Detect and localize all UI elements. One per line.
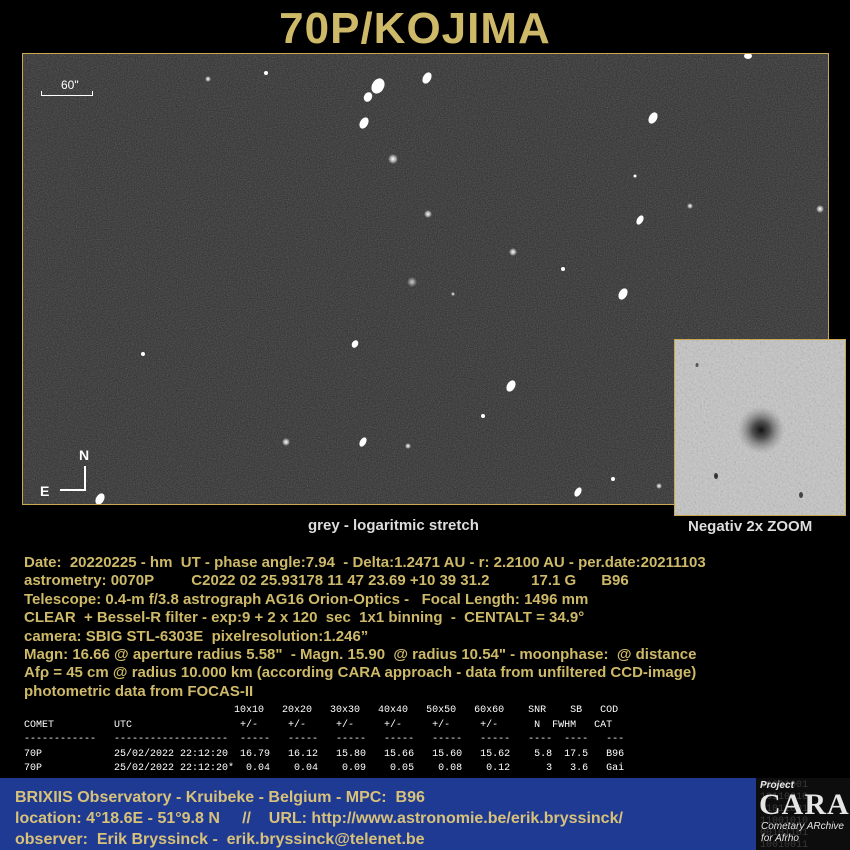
compass-north-arrow — [84, 466, 86, 490]
logo-name: CARA — [759, 788, 850, 821]
info-line-photometry-source: photometric data from FOCAS-II — [24, 682, 254, 700]
zoom-caption: Negativ 2x ZOOM — [688, 518, 813, 535]
info-line-astrometry: astrometry: 0070P C2022 02 25.93178 11 4… — [24, 572, 629, 590]
table-row: 70P 25/02/2022 22:12:20* 0.04 0.04 0.09 … — [24, 763, 625, 775]
footer-text: BRIXIIS Observatory - Kruibeke - Belgium… — [15, 787, 623, 850]
info-line-magnitude: Magn: 16.66 @ aperture radius 5.58" - Ma… — [24, 646, 697, 664]
location-url-line: location: 4°18.6E - 51°9.8 N // URL: htt… — [15, 810, 623, 827]
scale-label: 60" — [61, 78, 79, 92]
observation-details: Date: 20220225 - hm UT - phase angle:7.9… — [24, 554, 844, 701]
table-divider: ------------ ------------------- ----- -… — [24, 734, 625, 746]
info-line-camera: camera: SBIG STL-6303E pixelresolution:1… — [24, 627, 369, 645]
observatory-line: BRIXIIS Observatory - Kruibeke - Belgium… — [15, 789, 425, 806]
table-header-row: COMET UTC +/- +/- +/- +/- +/- +/- N FWHM… — [24, 719, 613, 731]
zoom-inset-image — [675, 340, 845, 515]
image-caption: grey - logaritmic stretch — [308, 517, 479, 534]
compass-north-label: N — [79, 447, 90, 463]
observer-line: observer: Erik Bryssinck - erik.bryssinc… — [15, 831, 425, 848]
page-title: 70P/KOJIMA — [279, 4, 551, 53]
footer: BRIXIIS Observatory - Kruibeke - Belgium… — [0, 778, 850, 850]
photometry-table: 10x10 20x20 30x30 40x40 50x50 60x60 SNR … — [24, 704, 834, 777]
info-line-filter: CLEAR + Bessel-R filter - exp:9 + 2 x 12… — [24, 609, 585, 627]
table-header-row: 10x10 20x20 30x30 40x40 50x50 60x60 SNR … — [24, 705, 619, 716]
logo-subtitle-1: Cometary ARchive — [761, 821, 844, 832]
scale-bar — [41, 91, 93, 96]
zoom-inset — [674, 339, 846, 516]
info-line-date: Date: 20220225 - hm UT - phase angle:7.9… — [24, 554, 706, 571]
table-row: 70P 25/02/2022 22:12:20 16.79 16.12 15.8… — [24, 748, 625, 760]
logo-subtitle-2: for Afrho — [761, 833, 799, 844]
cara-logo: 01001001 10110010 01011001 11001010 0010… — [756, 778, 850, 850]
compass-east-arrow — [60, 489, 86, 491]
info-line-telescope: Telescope: 0.4-m f/3.8 astrograph AG16 O… — [24, 590, 589, 608]
compass-east-label: E — [40, 483, 50, 499]
info-line-afrho: Afρ = 45 cm @ radius 10.000 km (accordin… — [24, 664, 697, 682]
